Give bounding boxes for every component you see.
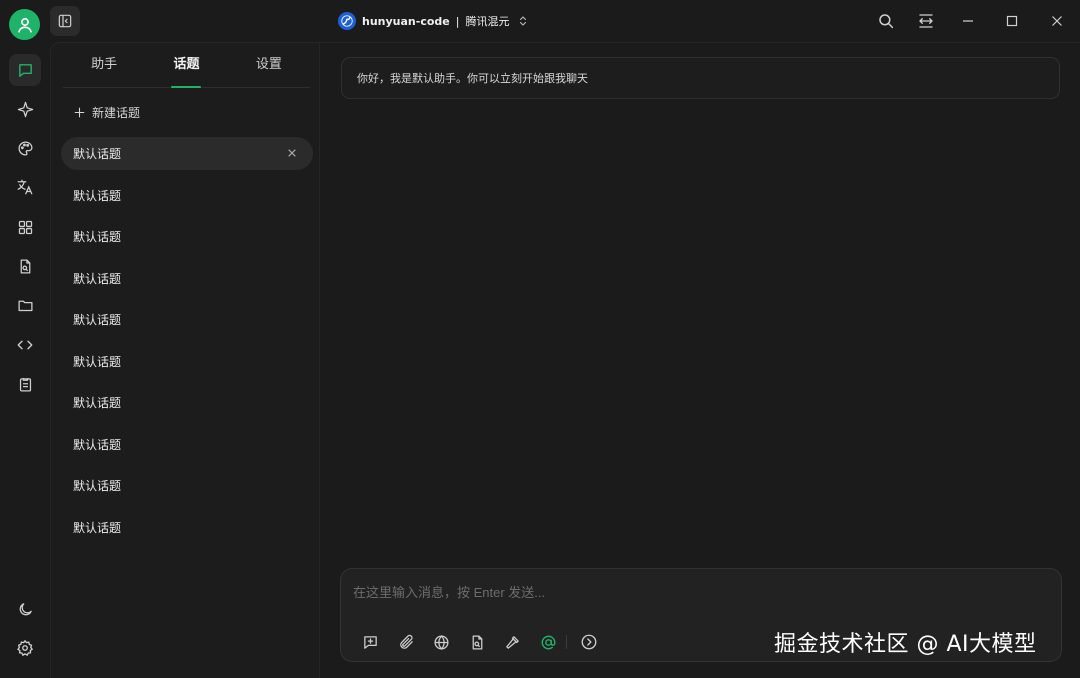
globe-icon <box>434 634 449 650</box>
window-controls <box>866 0 1080 42</box>
gear-icon <box>17 639 34 657</box>
assistant-greeting-message: 你好，我是默认助手。你可以立刻开始跟我聊天 <box>341 57 1060 99</box>
folder-icon <box>17 300 33 311</box>
hunyuan-logo-icon <box>341 15 353 27</box>
chevron-right-circle-icon <box>581 634 597 650</box>
composer-toolbar <box>353 631 607 653</box>
rail-agents[interactable] <box>9 93 41 125</box>
moon-icon <box>19 602 32 615</box>
close-window-button[interactable] <box>1034 0 1080 42</box>
message-input[interactable] <box>353 581 1033 603</box>
topic-label: 默认话题 <box>73 354 122 369</box>
palette-icon <box>17 140 33 156</box>
topic-list: 默认话题 默认话题 默认话题 默认话题 默认话题 默认话题 默认话题 默认话题 … <box>61 137 313 552</box>
delete-topic-button[interactable] <box>285 146 299 160</box>
at-sign-icon <box>541 635 556 649</box>
chevron-updown-icon <box>520 16 527 26</box>
topic-item[interactable]: 默认话题 <box>61 345 313 378</box>
watermark-text: 掘金技术社区 @ AI大模型 <box>774 632 1037 657</box>
topic-label: 默认话题 <box>73 188 122 203</box>
topic-item[interactable]: 默认话题 <box>61 469 313 502</box>
tab-topics[interactable]: 话题 <box>145 43 227 88</box>
layout-button[interactable] <box>906 0 946 42</box>
topic-label: 默认话题 <box>73 396 122 410</box>
search-button[interactable] <box>866 0 906 42</box>
topic-item[interactable]: 默认话题 <box>61 386 313 419</box>
more-options-button[interactable] <box>571 631 607 653</box>
plus-icon <box>74 107 85 117</box>
rail-settings[interactable] <box>9 632 41 664</box>
title-bar: hunyuan-code | 腾讯混元 <box>0 0 1080 42</box>
hammer-icon <box>506 635 520 649</box>
close-icon <box>1052 16 1062 26</box>
web-search-button[interactable] <box>424 631 460 653</box>
chat-main: 你好，我是默认助手。你可以立刻开始跟我聊天 <box>320 42 1080 678</box>
left-rail <box>0 0 50 678</box>
notes-icon <box>19 377 31 392</box>
model-separator: | <box>455 14 460 28</box>
rail-folder[interactable] <box>9 289 41 321</box>
rail-files[interactable] <box>9 250 41 282</box>
rail-notes[interactable] <box>9 368 41 400</box>
rail-code[interactable] <box>9 329 41 361</box>
file-search-icon <box>20 258 30 274</box>
topic-label: 默认话题 <box>73 271 122 286</box>
tools-button[interactable] <box>495 631 531 653</box>
rail-translate[interactable] <box>9 171 41 203</box>
topic-label: 默认话题 <box>73 520 122 535</box>
new-topic-label: 新建话题 <box>92 105 141 120</box>
maximize-icon <box>1006 15 1018 27</box>
code-icon <box>17 340 33 350</box>
topic-item[interactable]: 默认话题 <box>61 303 313 336</box>
chat-icon <box>18 63 32 77</box>
model-provider: 腾讯混元 <box>465 15 510 28</box>
mention-model-button[interactable] <box>531 631 567 653</box>
tab-settings[interactable]: 设置 <box>228 43 310 87</box>
close-icon <box>288 149 296 157</box>
sidebar-tabs: 助手 话题 设置 <box>63 43 310 88</box>
topic-item[interactable]: 默认话题 <box>61 262 313 295</box>
file-search-icon <box>472 634 483 650</box>
rail-chat[interactable] <box>9 54 41 86</box>
minimize-icon <box>963 20 973 22</box>
greeting-text: 你好，我是默认助手。你可以立刻开始跟我聊天 <box>357 72 588 85</box>
new-chat-button[interactable] <box>353 631 389 653</box>
apps-icon <box>18 220 32 234</box>
model-logo <box>338 12 356 30</box>
topic-label: 默认话题 <box>73 437 122 452</box>
sparkle-icon <box>17 101 33 117</box>
attach-button[interactable] <box>389 631 425 653</box>
topics-sidebar: 助手 话题 设置 新建话题 默认话题 默认话题 默认话题 默认话题 默认话题 默… <box>50 42 320 678</box>
maximize-button[interactable] <box>990 0 1034 42</box>
topic-label: 默认话题 <box>73 147 122 161</box>
topic-label: 默认话题 <box>73 230 122 244</box>
topic-item[interactable]: 默认话题 <box>61 179 313 212</box>
minimize-button[interactable] <box>946 0 990 42</box>
rail-apps[interactable] <box>9 211 41 243</box>
app-window: hunyuan-code | 腾讯混元 助手 话题 设置 新建话题 默认话题 默… <box>0 0 1080 678</box>
tab-assistant[interactable]: 助手 <box>63 43 145 87</box>
search-icon <box>879 14 894 29</box>
topic-item[interactable]: 默认话题 <box>61 220 313 253</box>
expand-layout-icon <box>919 14 933 28</box>
model-name: hunyuan-code <box>362 14 450 28</box>
rail-theme[interactable] <box>9 593 41 625</box>
toolbar-divider <box>566 635 567 649</box>
translate-icon <box>17 179 33 195</box>
topic-label: 默认话题 <box>73 313 122 327</box>
topic-label: 默认话题 <box>73 479 122 493</box>
rail-paint[interactable] <box>9 132 41 164</box>
topic-item-active[interactable]: 默认话题 <box>61 137 313 170</box>
topic-item[interactable]: 默认话题 <box>61 511 313 544</box>
message-plus-icon <box>364 635 378 649</box>
new-topic-button[interactable]: 新建话题 <box>73 101 140 123</box>
topic-item[interactable]: 默认话题 <box>61 428 313 461</box>
knowledge-base-button[interactable] <box>460 631 496 653</box>
model-selector[interactable]: hunyuan-code | 腾讯混元 <box>338 11 529 31</box>
paperclip-icon <box>399 634 413 649</box>
